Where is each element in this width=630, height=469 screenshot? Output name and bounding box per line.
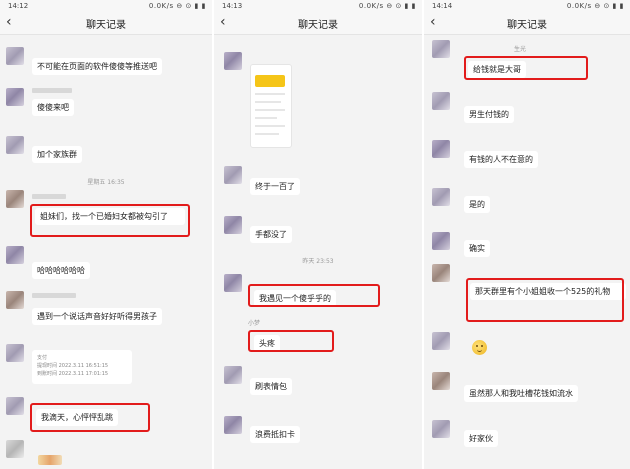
message-bubble: 手都没了 [250, 226, 292, 243]
chat-header: ‹ 聊天记录 [424, 11, 630, 35]
avatar[interactable] [432, 372, 450, 390]
sender-name [32, 88, 72, 93]
sender-name: 生光 [514, 46, 527, 53]
page-title: 聊天记录 [298, 20, 338, 31]
sender-name: 小梦 [248, 320, 261, 327]
message-bubble: 遇到一个说话声音好好听得男孩子 [32, 308, 162, 325]
chat-header: ‹ 聊天记录 [214, 11, 422, 35]
avatar[interactable] [6, 397, 24, 415]
avatar[interactable] [224, 166, 242, 184]
avatar[interactable] [432, 140, 450, 158]
message-bubble: 不可能在页面的软件傻傻等推送吧 [32, 58, 162, 75]
page-title: 聊天记录 [507, 20, 547, 31]
sender-name [32, 293, 76, 298]
message-bubble: 加个家族群 [32, 146, 82, 163]
avatar[interactable] [224, 274, 242, 292]
avatar[interactable] [224, 216, 242, 234]
sticker-image [38, 455, 62, 465]
avatar[interactable] [6, 344, 24, 362]
status-bar: 14:12 0.0K/s ⊖ ⊙ ▮ ▮ [0, 0, 212, 11]
red-highlight-box [30, 204, 190, 237]
message-bubble: 刷表情包 [250, 378, 292, 395]
avatar[interactable] [432, 332, 450, 350]
avatar[interactable] [432, 40, 450, 58]
status-time: 14:14 [432, 2, 453, 10]
message-bubble: 有钱的人不在意的 [464, 151, 538, 168]
avatar[interactable] [224, 52, 242, 70]
message-bubble: 浪费抵扣卡 [250, 426, 300, 443]
payment-card[interactable]: 支付 提现时间 2022.3.11 16:51:15 到账时间 2022.3.1… [32, 350, 132, 384]
smiley-emoji-icon [472, 340, 487, 355]
avatar[interactable] [6, 440, 24, 458]
card-row: 提现时间 2022.3.11 16:51:15 [37, 363, 109, 369]
avatar[interactable] [6, 291, 24, 309]
chat-header: ‹ 聊天记录 [0, 11, 212, 35]
card-title: 支付 [37, 355, 48, 361]
message-bubble: 终于一百了 [250, 178, 300, 195]
page-title: 聊天记录 [86, 20, 126, 31]
status-time: 14:13 [222, 2, 243, 10]
avatar[interactable] [224, 366, 242, 384]
avatar[interactable] [224, 416, 242, 434]
status-bar: 14:13 0.0K/s ⊖ ⊙ ▮ ▮ [214, 0, 422, 11]
red-highlight-box [30, 403, 150, 432]
avatar[interactable] [432, 232, 450, 250]
red-highlight-box [248, 330, 334, 352]
sender-name [32, 194, 66, 199]
avatar[interactable] [6, 47, 24, 65]
avatar[interactable] [432, 420, 450, 438]
message-bubble: 傻傻来吧 [32, 99, 74, 116]
message-bubble: 是的 [464, 196, 490, 213]
red-highlight-box [466, 278, 624, 322]
avatar[interactable] [6, 88, 24, 106]
red-highlight-box [464, 56, 588, 80]
avatar[interactable] [6, 246, 24, 264]
message-bubble: 男生付钱的 [464, 106, 514, 123]
timestamp: 昨天 23:53 [302, 258, 334, 265]
red-highlight-box [248, 284, 380, 307]
card-row: 到账时间 2022.3.11 17:01:15 [37, 371, 109, 377]
chat-history-panel-2: 14:13 0.0K/s ⊖ ⊙ ▮ ▮ ‹ 聊天记录 终于一百了 手都没了 昨… [214, 0, 422, 469]
avatar[interactable] [6, 136, 24, 154]
chat-history-panel-3: 14:14 0.0K/s ⊖ ⊙ ▮ ▮ ‹ 聊天记录 生光 给钱就是大哥 男生… [424, 0, 630, 469]
screenshot-image[interactable] [250, 64, 292, 148]
avatar[interactable] [432, 264, 450, 282]
avatar[interactable] [6, 190, 24, 208]
status-bar: 14:14 0.0K/s ⊖ ⊙ ▮ ▮ [424, 0, 630, 11]
message-bubble: 确实 [464, 240, 490, 257]
chat-history-panel-1: 14:12 0.0K/s ⊖ ⊙ ▮ ▮ ‹ 聊天记录 不可能在页面的软件傻傻等… [0, 0, 212, 469]
message-bubble: 哈哈哈哈哈哈 [32, 262, 90, 279]
status-indicators: 0.0K/s ⊖ ⊙ ▮ ▮ [148, 2, 206, 10]
timestamp: 星期五 16:35 [87, 179, 125, 186]
avatar[interactable] [432, 188, 450, 206]
status-indicators: 0.0K/s ⊖ ⊙ ▮ ▮ [566, 2, 624, 10]
screenshot-collage: 14:12 0.0K/s ⊖ ⊙ ▮ ▮ ‹ 聊天记录 不可能在页面的软件傻傻等… [0, 0, 630, 469]
message-bubble: 虽然那人和我吐槽花钱如流水 [464, 385, 578, 402]
avatar[interactable] [432, 92, 450, 110]
status-time: 14:12 [8, 2, 29, 10]
message-bubble: 好家伙 [464, 430, 498, 447]
status-indicators: 0.0K/s ⊖ ⊙ ▮ ▮ [358, 2, 416, 10]
